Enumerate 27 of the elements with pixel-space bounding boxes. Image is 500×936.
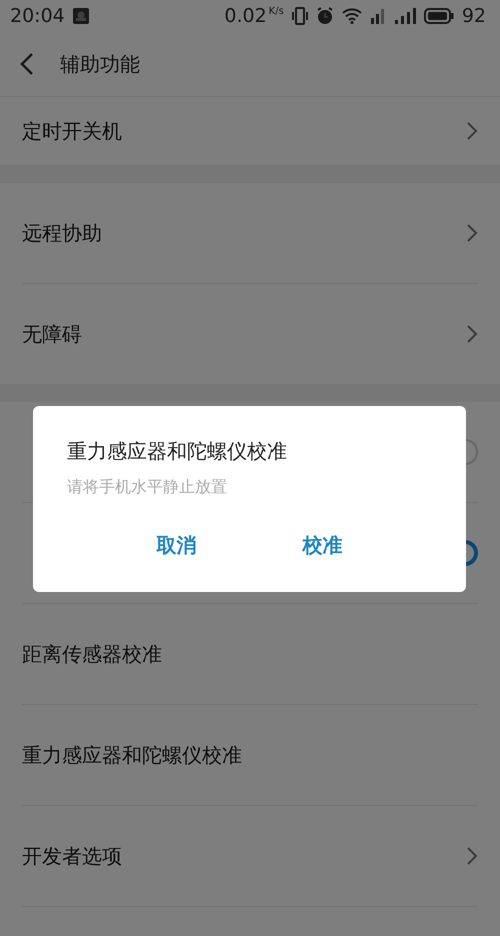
dialog-button[interactable]: 校准 [294,528,350,563]
page-title: 辅助功能 [60,50,140,78]
setting-title[interactable]: 重力感应器和陀螺仪校准 [22,742,478,768]
signal-icon [370,8,386,24]
chevron-right-icon [466,223,478,243]
setting-title[interactable]: 无障碍 [22,320,466,348]
chevron-right-icon [466,846,478,866]
dialog-title: 重力感应器和陀螺仪校准 [67,438,288,465]
alarm-icon [316,7,334,25]
back-icon[interactable] [20,52,34,76]
wifi-icon [342,8,362,24]
network-speed: 0.02 [224,5,267,27]
chevron-right-icon [466,324,478,344]
setting-title[interactable]: 远程协助 [22,220,466,246]
chevron-right-icon [466,121,478,141]
vibrate-icon [292,7,308,25]
signal-icon [394,8,416,24]
battery-level: 92 [462,5,486,27]
status-time: 20:04 [10,5,65,27]
setting-title[interactable]: 开发者选项 [22,842,466,870]
battery-icon [424,8,454,24]
dialog-message: 请将手机水平静止放置 [67,477,228,498]
setting-title[interactable]: 距离传感器校准 [22,640,478,668]
notification-icon [72,8,89,24]
speed-unit: K/s [268,6,284,17]
dialog-button[interactable]: 取消 [148,528,204,563]
setting-title[interactable]: 定时开关机 [22,118,466,144]
